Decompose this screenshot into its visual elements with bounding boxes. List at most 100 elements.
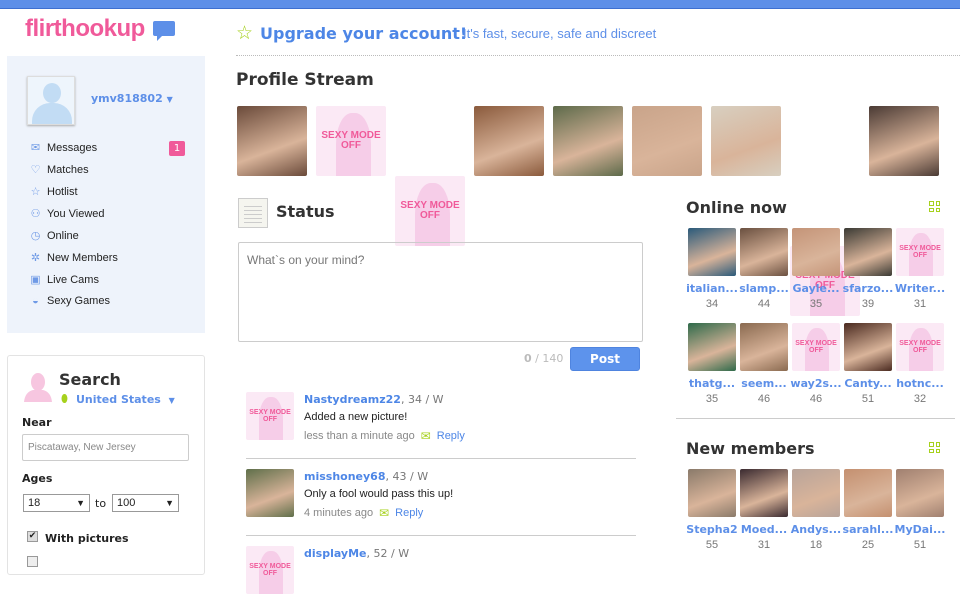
post-button[interactable]: Post [570,347,640,371]
reply-link[interactable]: Reply [437,430,465,442]
sidebar-item-hotlist[interactable]: ☆ Hotlist [29,185,78,199]
member-photo[interactable]: SEXY MODE OFF [896,323,944,371]
stream-photo[interactable] [632,106,702,176]
member-name[interactable]: Canty... [840,377,896,390]
heart-icon: ♡ [30,164,41,176]
member-photo[interactable] [792,469,840,517]
member-photo[interactable] [688,323,736,371]
feed-username[interactable]: misshoney68 [304,470,386,483]
sidebar-item-label: Hotlist [47,185,78,198]
gear-icon: ✲ [30,252,41,264]
member-photo[interactable] [792,228,840,276]
sidebar-item-new-members[interactable]: ✲ New Members [29,251,118,265]
member-age: 35 [809,298,823,310]
member-age: 31 [757,539,771,551]
member-photo[interactable] [688,469,736,517]
member-age: 46 [809,393,823,405]
member-photo[interactable] [844,228,892,276]
member-name[interactable]: Moed... [736,523,792,536]
near-input[interactable]: Piscataway, New Jersey [22,434,189,461]
char-counter: 0 / 140 [524,352,563,365]
sexy-mode-off-label: SEXY MODE OFF [249,409,291,424]
grid-view-icon[interactable] [929,442,940,453]
member-name[interactable]: slamp... [736,282,792,295]
stream-photo[interactable] [474,106,544,176]
chat-bubble-icon [153,21,175,41]
feed-time: less than a minute ago [304,430,415,442]
feed-avatar[interactable] [246,469,294,517]
member-name[interactable]: hotnc... [892,377,948,390]
member-photo[interactable] [688,228,736,276]
member-photo[interactable] [844,469,892,517]
feed-text: Only a fool would pass this up! [304,488,454,500]
envelope-icon[interactable]: ✉ [421,429,431,443]
sidebar-item-sexy-games[interactable]: ◒ Sexy Games [29,295,110,307]
member-photo[interactable] [740,323,788,371]
member-age: 55 [705,539,719,551]
member-age: 51 [861,393,875,405]
stream-photo[interactable] [237,106,307,176]
sidebar-item-matches[interactable]: ♡ Matches [29,163,89,177]
status-input[interactable]: What`s on your mind? [238,242,643,342]
member-photo[interactable] [896,469,944,517]
member-name[interactable]: Gayle... [788,282,844,295]
member-name[interactable]: italian... [684,282,740,295]
star-outline-icon: ☆ [236,22,254,44]
age-to-select[interactable]: 100 ▼ [112,494,179,512]
upgrade-link[interactable]: Upgrade your account! [260,24,467,43]
feed-username[interactable]: Nastydreamz22 [304,393,401,406]
member-name[interactable]: seem... [736,377,792,390]
member-name[interactable]: sfarzo... [840,282,896,295]
envelope-icon[interactable]: ✉ [379,506,389,520]
age-from-select[interactable]: 18 ▼ [23,494,90,512]
grid-view-icon[interactable] [929,201,940,212]
with-pictures-checkbox[interactable]: ✔ [27,531,38,542]
stream-photo[interactable] [553,106,623,176]
feed-username[interactable]: displayMe [304,547,367,560]
sidebar-item-label: New Members [47,251,118,264]
country-label: United States [76,393,161,406]
member-name[interactable]: Stepha2 [684,523,740,536]
checkbox[interactable] [27,556,38,567]
sidebar-item-messages[interactable]: ✉ Messages [29,141,97,155]
sexy-mode-off-label: SEXY MODE OFF [321,130,381,152]
sidebar-item-you-viewed[interactable]: ⚇ You Viewed [29,207,105,221]
member-name[interactable]: way2s... [788,377,844,390]
member-age: 31 [913,298,927,310]
stream-photo[interactable] [869,106,939,176]
sidebar-item-online[interactable]: ◷ Online [29,229,79,243]
status-title: Status [276,202,335,221]
member-name[interactable]: sarahl... [840,523,896,536]
stream-photo[interactable]: SEXY MODE OFF [395,176,465,246]
messages-badge: 1 [169,141,185,156]
sidebar-item-live-cams[interactable]: ▣ Live Cams [29,273,99,287]
feed-meta: , 43 / W [385,470,429,483]
feed-footer: 4 minutes ago ✉ Reply [304,506,423,520]
feed-item-header: Nastydreamz22, 34 / W [304,393,444,406]
sexy-mode-off-label: SEXY MODE OFF [795,340,837,355]
member-photo[interactable]: SEXY MODE OFF [792,323,840,371]
member-photo[interactable] [740,228,788,276]
age-to-value: 100 [117,497,136,509]
member-photo[interactable]: SEXY MODE OFF [896,228,944,276]
stream-photo[interactable] [711,106,781,176]
member-name[interactable]: MyDai... [892,523,948,536]
upgrade-subtitle: It's fast, secure, safe and discreet [463,26,657,41]
avatar[interactable] [27,76,75,125]
member-name[interactable]: Writer... [892,282,948,295]
feed-avatar[interactable]: SEXY MODE OFF [246,546,294,594]
member-photo[interactable] [844,323,892,371]
member-name[interactable]: Andys... [788,523,844,536]
logo[interactable]: flirthookup [25,15,145,43]
stream-photo[interactable]: SEXY MODE OFF [316,106,386,176]
username-menu[interactable]: ymv818802 ▼ [91,92,173,105]
dropdown-arrow-icon: ▼ [165,498,174,508]
reply-link[interactable]: Reply [395,507,423,519]
country-select[interactable]: United States ▼ [76,393,175,406]
member-name[interactable]: thatg... [684,377,740,390]
search-person-icon [24,373,52,402]
sexy-mode-off-label: SEXY MODE OFF [899,245,941,260]
member-photo[interactable] [740,469,788,517]
feed-avatar[interactable]: SEXY MODE OFF [246,392,294,440]
feed-meta: , 52 / W [366,547,410,560]
